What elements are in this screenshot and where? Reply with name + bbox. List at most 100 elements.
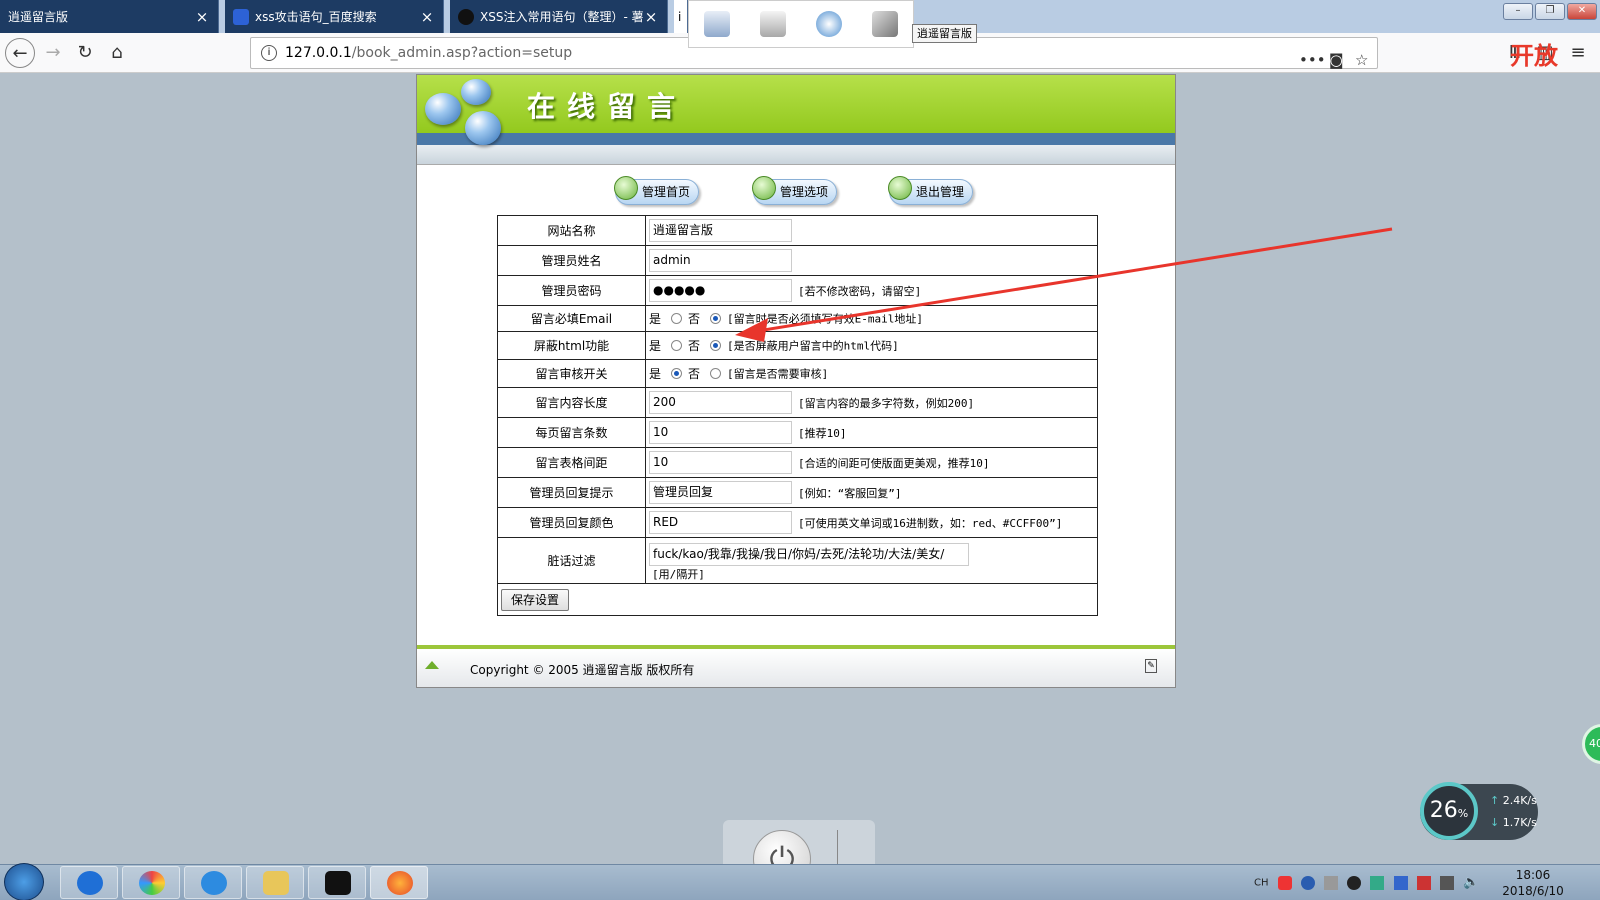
tab-xss-article[interactable]: XSS注入常用语句（整理）- 薯 ×	[450, 0, 668, 33]
setting-hint: [留言内容的最多字符数，例如200]	[798, 396, 975, 410]
setting-label: 留言审核开关	[497, 359, 646, 388]
review-no-radio[interactable]	[710, 368, 722, 379]
clock[interactable]: 18:06 2018/6/10	[1500, 867, 1566, 899]
help-icon[interactable]	[1300, 875, 1315, 890]
per-page-input[interactable]: 10	[649, 421, 792, 444]
close-icon[interactable]: ×	[643, 8, 659, 26]
settings-table: 网站名称 逍遥留言版 管理员姓名 admin 管理员密码 ●●●●● [若不修改密…	[497, 215, 1098, 616]
edit-icon[interactable]: ✎	[1145, 659, 1157, 673]
radio-label: 否	[688, 312, 701, 326]
admin-name-input[interactable]: admin	[649, 249, 792, 272]
shield-icon[interactable]	[1393, 875, 1408, 890]
flag-icon[interactable]	[1416, 875, 1431, 890]
table-row: 脏话过滤 fuck/kao/我靠/我操/我日/你妈/去死/法轮功/大法/美女/ …	[497, 537, 1098, 584]
setting-hint: [若不修改密码，请留空]	[798, 284, 922, 298]
setting-hint: [可使用英文单词或16进制数，如：red、#CCFF00”]	[798, 516, 1063, 530]
cmd-taskbar-button[interactable]	[308, 866, 366, 899]
table-row: 管理员密码 ●●●●● [若不修改密码，请留空]	[497, 275, 1098, 306]
overlay-watermark-text: 开放	[1510, 41, 1558, 70]
info-icon[interactable]: i	[261, 45, 277, 61]
table-row: 管理员回复提示 管理员回复 [例如：“客服回复”]	[497, 477, 1098, 508]
security-icon[interactable]	[1370, 875, 1385, 890]
dirty-filter-input[interactable]: fuck/kao/我靠/我操/我日/你妈/去死/法轮功/大法/美女/	[649, 542, 969, 566]
menu-icon[interactable]: ≡	[1563, 38, 1593, 68]
setting-hint: [留言时是否必须填写有效E-mail地址]	[727, 312, 924, 326]
tab-guestbook[interactable]: 逍遥留言版 ×	[0, 0, 219, 33]
url-host: 127.0.0.1	[285, 45, 352, 61]
setting-label: 留言表格间距	[497, 447, 646, 478]
menu-label: 退出管理	[916, 185, 965, 199]
site-name-input[interactable]: 逍遥留言版	[649, 219, 792, 242]
site-banner-title: 在线留言	[527, 90, 688, 123]
logout-button[interactable]: 退出管理	[888, 176, 973, 205]
network-status-icon[interactable]	[1440, 875, 1455, 890]
firefox-taskbar-button[interactable]	[370, 866, 428, 899]
home-icon[interactable]: ⌂	[102, 38, 132, 68]
close-window-button[interactable]: ✕	[1567, 3, 1597, 20]
table-row: 每页留言条数 10 [推荐10]	[497, 417, 1098, 448]
cpu-unit: %	[1457, 807, 1469, 820]
notebook-icon	[752, 176, 776, 200]
setting-hint: [留言是否需要审核]	[727, 367, 829, 381]
volume-icon[interactable]: 🔈	[1463, 875, 1479, 890]
sogou-ime-icon[interactable]	[1277, 875, 1292, 890]
back-icon[interactable]: ←	[5, 38, 35, 68]
app-taskbar-button[interactable]	[122, 866, 180, 899]
require-email-yes-radio[interactable]	[671, 313, 683, 324]
network-monitor-widget[interactable]: 26% ↑ 2.4K/s ↓ 1.7K/s	[1420, 782, 1538, 840]
page-footer: Copyright © 2005 逍遥留言版 版权所有 ✎	[417, 645, 1175, 687]
minimize-button[interactable]: –	[1503, 3, 1533, 20]
setting-hint: [合适的间距可使版面更美观，推荐10]	[798, 456, 990, 470]
teamviewer-taskbar-button[interactable]	[60, 866, 118, 899]
setting-label: 管理员密码	[497, 275, 646, 306]
more-icon[interactable]: •••	[1299, 45, 1326, 75]
forward-icon[interactable]: →	[38, 38, 68, 68]
computer-icon[interactable]	[704, 11, 730, 37]
block-html-yes-radio[interactable]	[671, 340, 683, 351]
content-length-input[interactable]: 200	[649, 391, 792, 414]
clock-date: 2018/6/10	[1502, 884, 1564, 898]
explorer-taskbar-button[interactable]	[246, 866, 304, 899]
close-icon[interactable]: ×	[419, 8, 435, 26]
recycle-bin-icon[interactable]	[760, 11, 786, 37]
browser-taskbar-button[interactable]	[184, 866, 242, 899]
banner-bar	[417, 145, 1175, 165]
reply-color-input[interactable]: RED	[649, 511, 792, 534]
table-row: 网站名称 逍遥留言版	[497, 215, 1098, 246]
admin-options-button[interactable]: 管理选项	[752, 176, 837, 205]
start-button[interactable]	[4, 863, 44, 900]
pocket-icon[interactable]: ◙	[1329, 45, 1344, 75]
require-email-no-radio[interactable]	[710, 313, 722, 324]
save-settings-button[interactable]: 保存设置	[501, 588, 570, 611]
loading-icon	[458, 8, 474, 25]
clover-app-icon	[139, 871, 165, 895]
table-spacing-input[interactable]: 10	[649, 451, 792, 474]
tab-active[interactable]: i	[674, 0, 688, 33]
cpu-gauge: 26%	[1420, 782, 1478, 840]
upload-arrow-icon: ↑	[1490, 794, 1503, 807]
back-to-top-icon[interactable]	[425, 661, 439, 669]
tray-app-icon[interactable]	[1324, 875, 1339, 890]
tab-baidu-search[interactable]: xss攻击语句_百度搜索 ×	[225, 0, 444, 33]
restore-button[interactable]: ❐	[1535, 3, 1565, 20]
reply-hint-input[interactable]: 管理员回复	[649, 481, 792, 504]
setting-label: 屏蔽html功能	[497, 331, 646, 360]
tools-icon[interactable]	[872, 11, 898, 37]
setting-label: 管理员回复提示	[497, 477, 646, 508]
qq-icon[interactable]	[1347, 875, 1362, 890]
close-icon[interactable]: ×	[194, 8, 210, 26]
menu-label: 管理选项	[780, 185, 829, 199]
admin-password-input[interactable]: ●●●●●	[649, 279, 792, 302]
input-language[interactable]: CH	[1254, 878, 1269, 889]
block-html-no-radio[interactable]	[710, 340, 722, 351]
admin-home-button[interactable]: 管理首页	[614, 176, 699, 205]
bookmark-star-icon[interactable]: ☆	[1355, 45, 1368, 75]
setting-hint: [推荐10]	[798, 426, 847, 440]
network-icon[interactable]	[816, 11, 842, 37]
notebook-icon	[614, 176, 638, 200]
review-yes-radio[interactable]	[671, 368, 683, 379]
reload-icon[interactable]: ↻	[70, 38, 100, 68]
banner-stripe	[417, 133, 1175, 145]
setting-hint: [例如：“客服回复”]	[798, 486, 902, 500]
notebook-icon	[888, 176, 912, 200]
